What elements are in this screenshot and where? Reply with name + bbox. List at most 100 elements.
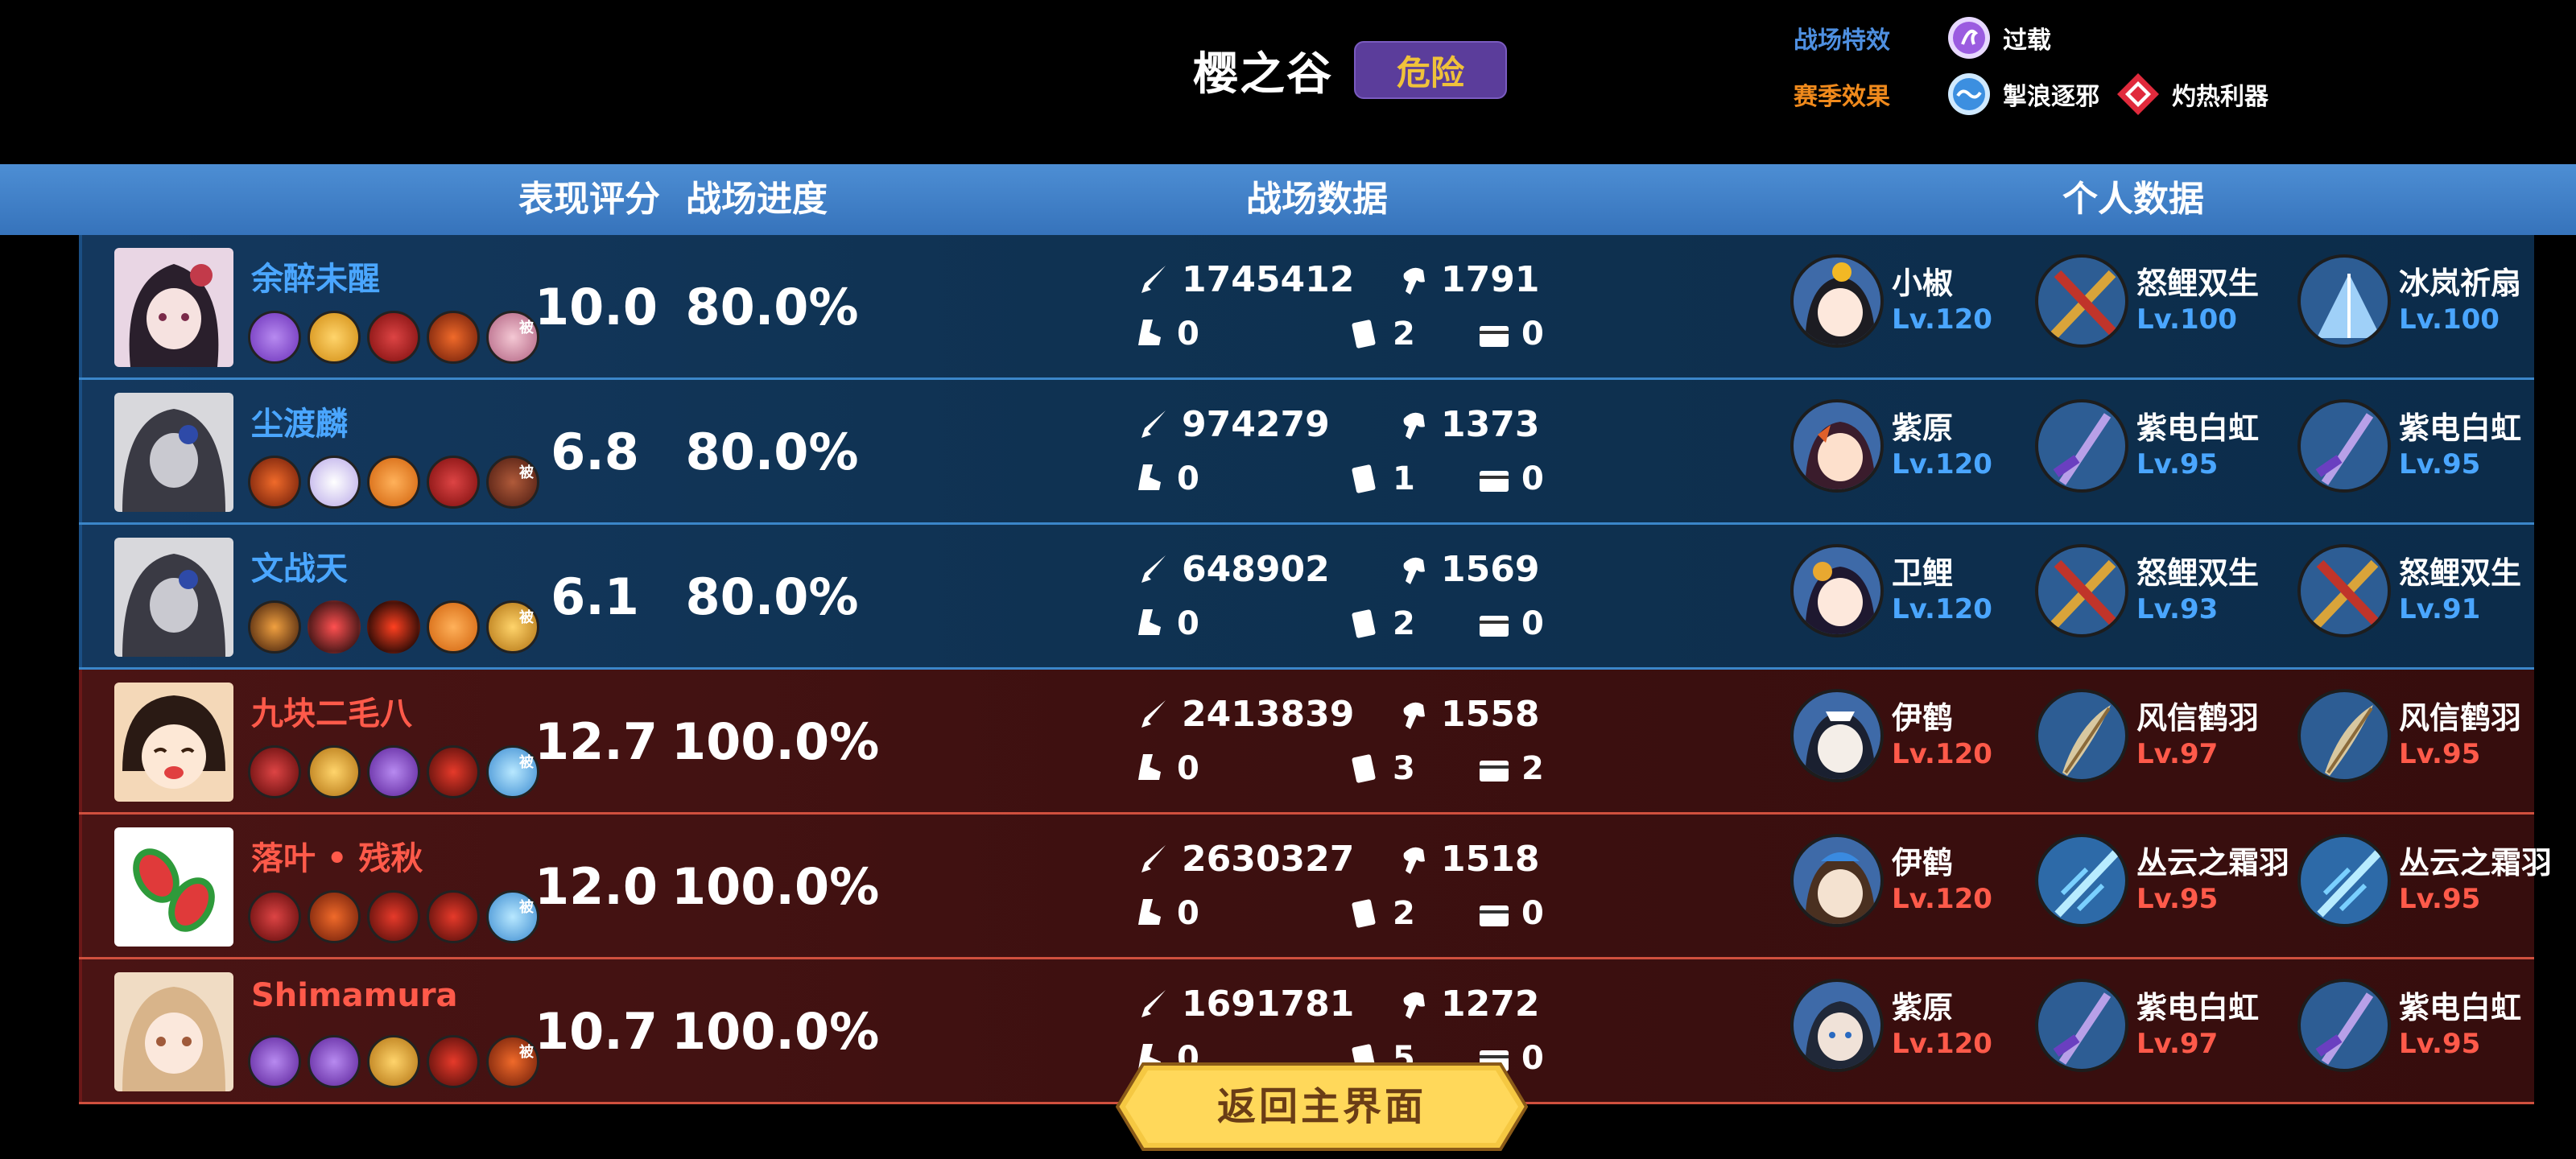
- cards-stat: 2: [1348, 895, 1415, 932]
- skill-icon[interactable]: [248, 890, 301, 943]
- weapon-slot[interactable]: 紫电白虹 Lv.97: [2035, 979, 2259, 1072]
- player-name: 尘渡麟: [251, 406, 348, 443]
- player-name: Shimamura: [251, 977, 458, 1014]
- player-row[interactable]: 文战天 被 6.1 80.0% 648902 1569 0 2 0 卫鲤 Lv.…: [79, 525, 2534, 670]
- skill-icon[interactable]: [248, 456, 301, 509]
- effects-panel: 战场特效 过载 赛季效果 掣浪逐邪 灼热利器: [1794, 10, 2268, 122]
- weapon-level: Lv.97: [2136, 738, 2219, 770]
- overload-icon[interactable]: [1946, 15, 1992, 60]
- battle-progress: 100.0%: [671, 1002, 880, 1061]
- skill-icon[interactable]: [308, 311, 361, 364]
- passive-skill-icon[interactable]: 被: [486, 600, 539, 654]
- weapon-slot[interactable]: 风信鹤羽 Lv.95: [2297, 689, 2521, 782]
- player-avatar[interactable]: [114, 827, 233, 947]
- skill-icon[interactable]: [427, 456, 480, 509]
- skill-icon[interactable]: [248, 1035, 301, 1088]
- player-name: 落叶 • 残秋: [251, 840, 423, 877]
- card-icon: [1348, 316, 1383, 352]
- player-row[interactable]: 落叶 • 残秋 被 12.0 100.0% 2630327 1518 0 2 0…: [79, 815, 2552, 959]
- skill-icon[interactable]: [308, 456, 361, 509]
- skill-icon[interactable]: [367, 890, 420, 943]
- skill-icon[interactable]: [427, 1035, 480, 1088]
- heal-stat: 1373: [1396, 404, 1539, 445]
- kills-stat: 0: [1132, 460, 1199, 497]
- weapon-level: Lv.95: [2399, 1028, 2481, 1060]
- hero-slot[interactable]: 伊鹤 Lv.120: [1790, 689, 1992, 782]
- skill-icon[interactable]: [367, 456, 420, 509]
- skill-icon[interactable]: [367, 1035, 420, 1088]
- player-list: 余醉未醒 被 10.0 80.0% 1745412 1791 0 2 0 小椒 …: [79, 235, 2552, 1104]
- skill-icon[interactable]: [248, 745, 301, 798]
- weapon-slot[interactable]: 紫电白虹 Lv.95: [2035, 399, 2259, 493]
- weapon-name: 紫电白虹: [2399, 990, 2522, 1025]
- skill-icon[interactable]: [427, 311, 480, 364]
- card-icon: [1348, 896, 1383, 931]
- player-avatar[interactable]: [114, 393, 233, 512]
- hero-slot[interactable]: 小椒 Lv.120: [1790, 254, 1992, 348]
- player-avatar[interactable]: [114, 538, 233, 657]
- hero-portrait: [1790, 544, 1884, 637]
- weapon-name: 丛云之霜羽: [2399, 845, 2553, 881]
- weapon-slot[interactable]: 怒鲤双生 Lv.100: [2035, 254, 2259, 348]
- skill-icon[interactable]: [308, 600, 361, 654]
- weapon-slot[interactable]: 风信鹤羽 Lv.97: [2035, 689, 2259, 782]
- header-personal-data: 个人数据: [2062, 179, 2204, 220]
- hero-slot[interactable]: 紫原 Lv.120: [1790, 979, 1992, 1072]
- player-avatar[interactable]: [114, 248, 233, 367]
- fist-icon: [1396, 697, 1431, 732]
- cards-stat: 2: [1348, 605, 1415, 642]
- player-row[interactable]: 尘渡麟 被 6.8 80.0% 974279 1373 0 1 0 紫原 Lv.…: [79, 380, 2534, 525]
- weapon-slot[interactable]: 紫电白虹 Lv.95: [2297, 399, 2521, 493]
- chest-icon: [1476, 316, 1512, 352]
- skill-icon[interactable]: [427, 890, 480, 943]
- player-avatar[interactable]: [114, 683, 233, 802]
- player-name: 文战天: [251, 551, 348, 588]
- battle-progress: 80.0%: [685, 423, 859, 481]
- passive-skill-icon[interactable]: 被: [486, 1035, 539, 1088]
- player-row[interactable]: 余醉未醒 被 10.0 80.0% 1745412 1791 0 2 0 小椒 …: [79, 235, 2534, 380]
- passive-skill-icon[interactable]: 被: [486, 745, 539, 798]
- passive-skill-icon[interactable]: 被: [486, 311, 539, 364]
- chests-stat: 2: [1476, 750, 1544, 787]
- fist-icon: [1396, 262, 1431, 298]
- weapon-name: 紫电白虹: [2136, 990, 2260, 1025]
- return-main-button[interactable]: 返回主界面: [1115, 1062, 1529, 1151]
- skill-icon[interactable]: [427, 600, 480, 654]
- wave-icon[interactable]: [1946, 72, 1992, 117]
- skill-list: 被: [248, 1035, 539, 1088]
- battle-progress: 100.0%: [671, 857, 880, 916]
- weapon-name: 风信鹤羽: [2136, 700, 2260, 736]
- skill-icon[interactable]: [367, 311, 420, 364]
- weapon-slot[interactable]: 冰岚祈扇 Lv.100: [2297, 254, 2521, 348]
- kills-stat: 0: [1132, 895, 1199, 932]
- skill-icon[interactable]: [367, 745, 420, 798]
- blade-diamond-icon[interactable]: [2116, 72, 2161, 117]
- skill-icon[interactable]: [308, 745, 361, 798]
- player-avatar[interactable]: [114, 972, 233, 1091]
- weapon-slot[interactable]: 怒鲤双生 Lv.91: [2297, 544, 2521, 637]
- weapon-slot[interactable]: 紫电白虹 Lv.95: [2297, 979, 2521, 1072]
- hero-slot[interactable]: 卫鲤 Lv.120: [1790, 544, 1992, 637]
- fire-icon[interactable]: [367, 600, 420, 654]
- skill-icon[interactable]: [427, 745, 480, 798]
- player-name: 余醉未醒: [251, 261, 380, 298]
- weapon-level: Lv.95: [2399, 448, 2481, 481]
- skill-icon[interactable]: [248, 311, 301, 364]
- skill-list: 被: [248, 745, 539, 798]
- weapon-icon: [2297, 544, 2391, 637]
- weapon-slot[interactable]: 丛云之霜羽 Lv.95: [2035, 834, 2289, 927]
- passive-skill-icon[interactable]: 被: [486, 456, 539, 509]
- player-row[interactable]: 九块二毛八 被 12.7 100.0% 2413839 1558 0 3 2 伊…: [79, 670, 2534, 815]
- hero-slot[interactable]: 伊鹤 Lv.120: [1790, 834, 1992, 927]
- skill-icon[interactable]: [308, 890, 361, 943]
- hero-slot[interactable]: 紫原 Lv.120: [1790, 399, 1992, 493]
- weapon-slot[interactable]: 丛云之霜羽 Lv.95: [2297, 834, 2552, 927]
- weapon-level: Lv.91: [2399, 593, 2481, 625]
- battlefield-effect-label: 战场特效: [1794, 27, 1890, 55]
- weapon-slot[interactable]: 怒鲤双生 Lv.93: [2035, 544, 2259, 637]
- fist-icon: [1396, 407, 1431, 443]
- skill-icon[interactable]: [308, 1035, 361, 1088]
- heal-stat: 1569: [1396, 549, 1539, 590]
- skill-icon[interactable]: [248, 600, 301, 654]
- passive-skill-icon[interactable]: 被: [486, 890, 539, 943]
